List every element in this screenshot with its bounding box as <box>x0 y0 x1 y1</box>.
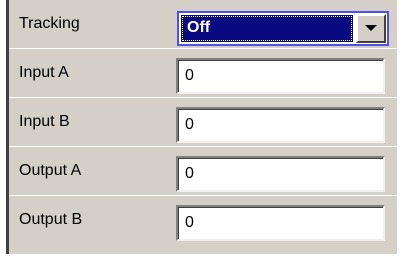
tracking-dropdown-button[interactable] <box>356 14 386 43</box>
tracking-panel: Tracking Off Input A 0 Input B 0 Output … <box>0 0 403 269</box>
tracking-selected-value[interactable]: Off <box>181 15 353 42</box>
input-a-row: Input A 0 <box>9 49 397 98</box>
tracking-row: Tracking Off <box>9 0 397 49</box>
output-a-row: Output A 0 <box>9 147 397 196</box>
output-b-row: Output B 0 <box>9 196 397 245</box>
output-b-label: Output B <box>19 211 83 228</box>
input-b-field[interactable]: 0 <box>176 107 385 143</box>
settings-group: Tracking Off Input A 0 Input B 0 Output … <box>6 0 399 254</box>
tracking-select[interactable]: Off <box>177 11 389 46</box>
tracking-label: Tracking <box>19 15 80 32</box>
input-b-row: Input B 0 <box>9 98 397 147</box>
output-a-field[interactable]: 0 <box>176 156 385 192</box>
input-a-label: Input A <box>19 64 69 81</box>
chevron-down-icon <box>365 25 377 31</box>
output-a-label: Output A <box>19 162 82 179</box>
input-b-label: Input B <box>19 113 70 130</box>
output-b-field[interactable]: 0 <box>176 205 385 241</box>
input-a-field[interactable]: 0 <box>176 58 385 94</box>
